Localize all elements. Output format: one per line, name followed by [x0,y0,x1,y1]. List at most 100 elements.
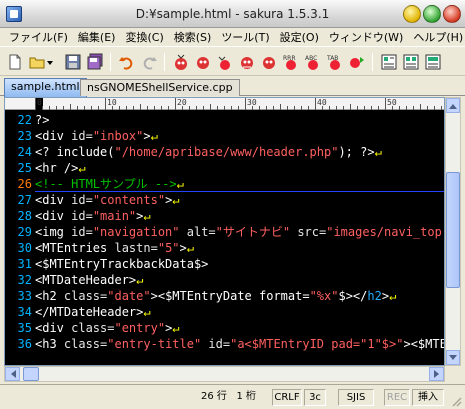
code-line[interactable]: <div id="inbox">↵ [35,128,444,144]
code-line[interactable]: <? include("/home/apribase/www/header.ph… [35,144,444,160]
code-token: id= [71,129,93,143]
vertical-scrollbar[interactable] [445,97,461,366]
code-token: <MTDateHeader> [35,273,137,287]
horizontal-scrollbar[interactable] [4,366,445,382]
bookmark-icon[interactable] [216,53,234,71]
code-token: id= [71,193,93,207]
code-token: <hr /> [35,161,79,175]
code-text-area[interactable]: ?> <div id="inbox">↵ <? include("/home/apr… [35,111,444,365]
menu-tools[interactable]: ツール(T) [216,29,274,45]
redo-icon[interactable] [140,53,158,71]
code-token: lastn= [114,241,158,255]
newline-marker-icon: ↵ [172,193,180,207]
minimize-button[interactable] [403,5,421,23]
dropdown-arrow-icon[interactable] [46,53,54,71]
ruler-label: 0 [37,98,42,107]
code-line[interactable]: <h2 class="date"><$MTEntryDate format="%… [35,288,444,304]
maximize-button[interactable] [423,5,441,23]
code-token: "entry" [114,321,166,335]
menu-help[interactable]: ヘルプ(H) [408,29,465,45]
code-line[interactable]: <MTEntries lastn="5">↵ [35,240,444,256]
tab-nsgnomeshellservice-cpp[interactable]: nsGNOMEShellService.cpp [80,79,240,96]
undo-icon[interactable] [118,53,136,71]
code-line[interactable]: <hr />↵ [35,160,444,176]
menu-convert[interactable]: 変換(C) [120,29,168,45]
chevron-right-icon [433,370,439,378]
status-encoding: SJIS [338,389,374,406]
code-line[interactable]: <h3 class="entry-title" id="a<$MTEntryID… [35,336,444,352]
scroll-left-button[interactable] [5,367,20,381]
code-token: "entry-title" [107,337,202,351]
menu-edit[interactable]: 編集(E) [73,29,121,45]
outline-icon[interactable] [380,53,398,71]
code-line[interactable]: </MTDateHeader>↵ [35,304,444,320]
ruler-label: 10 [107,98,117,107]
line-number: 23 [17,129,32,143]
ruler-label: 20 [177,98,187,107]
split-icon[interactable] [402,53,420,71]
code-token: > [179,241,187,255]
grep-icon[interactable] [424,53,442,71]
menu-settings[interactable]: 設定(O) [275,29,324,45]
code-line[interactable]: <div id="main">↵ [35,208,444,224]
status-char-code: 3c [304,389,326,406]
code-token: class= [63,337,108,351]
status-eol: CRLF [272,389,302,406]
scroll-down-button[interactable] [446,350,460,365]
code-editor[interactable]: 0 10 20 30 40 50 22 23 24 25 26 27 28 29 30 31 32 3… [4,97,445,366]
code-line[interactable]: <div class="entry">↵ [35,320,444,336]
menu-file[interactable]: ファイル(F) [4,29,73,45]
scroll-right-button[interactable] [429,367,444,381]
resize-grip-icon[interactable] [450,395,462,407]
tag-jump-icon[interactable]: ABC [304,53,322,71]
code-token: <div [35,129,72,143]
settings-icon[interactable]: TAB [326,53,344,71]
bookmark-next-icon[interactable] [238,53,256,71]
close-button[interactable] [443,5,461,23]
status-bar: 26 行 1 桁 CRLF 3c SJIS REC 挿入 [0,384,465,409]
new-file-icon[interactable] [6,53,24,71]
vertical-scroll-thumb[interactable] [446,172,460,288]
code-line[interactable]: <div id="contents">↵ [35,192,444,208]
menu-window[interactable]: ウィンドウ(W) [324,29,408,45]
compare-icon[interactable] [348,53,366,71]
line-number: 25 [17,161,32,175]
line-number-gutter: 22 23 24 25 26 27 28 29 30 31 32 33 34 35 36 [5,111,35,365]
bookmark-clear-icon[interactable]: RRR [282,53,300,71]
ruler-label: 50 [387,98,397,107]
bookmark-prev-icon[interactable] [260,53,278,71]
code-line[interactable]: <$MTEntryTrackbackData$> [35,256,444,272]
code-token: id= [71,225,93,239]
horizontal-scroll-thumb[interactable] [23,367,39,381]
code-token: <$MTEntryTrackbackData$> [35,257,209,271]
code-line[interactable]: ?> [35,112,444,128]
status-insert-mode: 挿入 [412,389,444,406]
code-token: "navigation" [92,225,180,239]
line-number: 24 [17,145,32,159]
code-token: "サイトナビ" [215,225,291,239]
cursor-position: 26 行 1 桁 [150,389,262,406]
open-folder-icon[interactable] [28,53,46,71]
code-line[interactable]: <MTDateHeader>↵ [35,272,444,288]
menu-search[interactable]: 検索(S) [169,29,217,45]
search-next-icon[interactable] [172,53,190,71]
menu-bar: ファイル(F) 編集(E) 変換(C) 検索(S) ツール(T) 設定(O) ウ… [0,28,465,46]
search-prev-icon[interactable] [194,53,212,71]
line-number: 34 [17,305,32,319]
document-tabs: sample.html nsGNOMEShellService.cpp [0,77,465,97]
code-token: <? include( [35,145,115,159]
code-token: ><$MTEnt [403,337,444,351]
line-number: 35 [17,321,32,335]
code-line[interactable]: <!-- HTMLサンプル -->↵ [35,176,444,192]
code-line[interactable]: <img id="navigation" alt="サイトナビ" src="im… [35,224,444,240]
title-bar[interactable]: D:¥sample.html - sakura 1.5.3.1 [0,0,465,28]
save-all-icon[interactable] [86,53,104,71]
line-number: 27 [17,193,32,207]
scroll-up-button[interactable] [446,98,460,113]
column-ruler: 0 10 20 30 40 50 [5,98,444,110]
tab-sample-html[interactable]: sample.html [4,78,87,97]
newline-marker-icon: ↵ [176,177,184,191]
code-token: <MTEntries [35,241,115,255]
newline-marker-icon: ↵ [186,241,194,255]
save-icon[interactable] [64,53,82,71]
